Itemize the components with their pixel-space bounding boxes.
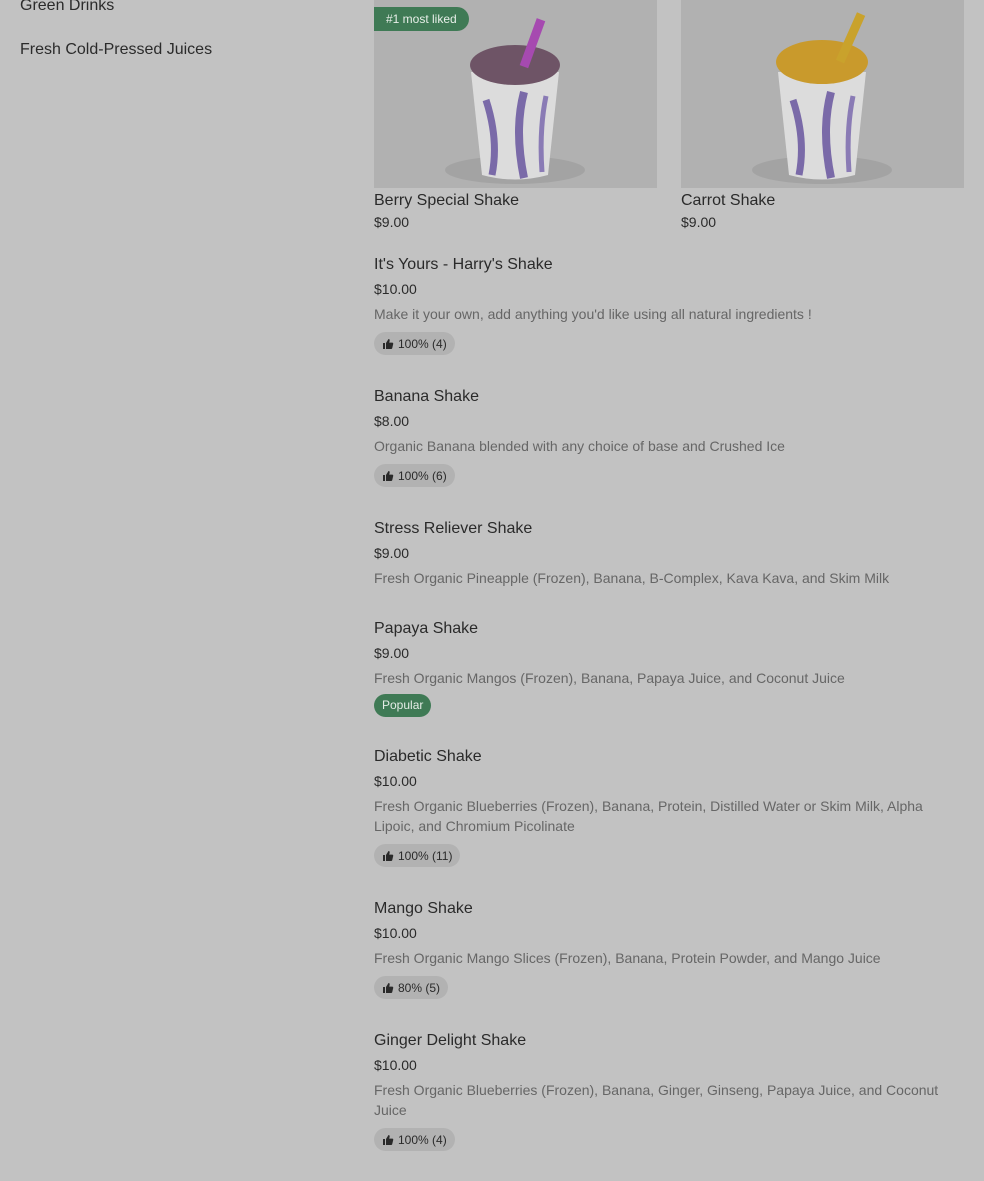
shake-cup-image xyxy=(681,0,964,188)
thumbs-up-icon xyxy=(383,1134,394,1145)
rating-text: 80% (5) xyxy=(398,980,441,995)
rating-text: 100% (4) xyxy=(398,336,447,351)
item-photo: #1 most liked xyxy=(374,0,657,188)
most-liked-badge: #1 most liked xyxy=(374,7,469,31)
item-photo xyxy=(681,0,964,188)
item-name: It's Yours - Harry's Shake xyxy=(374,256,553,273)
item-price: $10.00 xyxy=(374,1057,417,1073)
item-price: $8.00 xyxy=(374,413,410,429)
item-price: $10.00 xyxy=(374,925,417,941)
item-name: Banana Shake xyxy=(374,388,479,405)
item-name: Berry Special Shake xyxy=(374,192,519,209)
thumbs-up-icon xyxy=(383,470,394,481)
rating-pill: 100% (11) xyxy=(374,844,461,867)
item-price: $9.00 xyxy=(374,214,410,230)
item-description: Organic Banana blended with any choice o… xyxy=(374,438,785,454)
item-name: Stress Reliever Shake xyxy=(374,520,533,537)
menu-item-mango-shake[interactable]: Mango Shake $10.00 Fresh Organic Mango S… xyxy=(374,899,964,999)
rating-pill: 100% (4) xyxy=(374,332,455,355)
sidebar-item-fresh-cold-pressed-juices[interactable]: Fresh Cold-Pressed Juices xyxy=(20,41,212,59)
item-name: Diabetic Shake xyxy=(374,748,482,765)
item-price: $9.00 xyxy=(374,545,410,561)
rating-text: 100% (6) xyxy=(398,468,447,483)
thumbs-up-icon xyxy=(383,982,394,993)
item-description: Fresh Organic Mangos (Frozen), Banana, P… xyxy=(374,670,845,686)
thumbs-up-icon xyxy=(383,338,394,349)
item-price: $9.00 xyxy=(681,214,717,230)
thumbs-up-icon xyxy=(383,850,394,861)
featured-card-carrot-shake[interactable]: Carrot Shake $9.00 xyxy=(681,0,964,230)
featured-card-berry-special-shake[interactable]: #1 most liked Berry Special Shake $9.00 xyxy=(374,0,657,230)
item-name: Ginger Delight Shake xyxy=(374,1032,527,1049)
menu-item-banana-shake[interactable]: Banana Shake $8.00 Organic Banana blende… xyxy=(374,387,964,487)
item-price: $10.00 xyxy=(374,773,417,789)
item-price: $10.00 xyxy=(374,281,417,297)
menu-item-papaya-shake[interactable]: Papaya Shake $9.00 Fresh Organic Mangos … xyxy=(374,619,964,717)
menu-item-diabetic-shake[interactable]: Diabetic Shake $10.00 Fresh Organic Blue… xyxy=(374,747,964,867)
item-name: Carrot Shake xyxy=(681,192,776,209)
item-description: Fresh Organic Mango Slices (Frozen), Ban… xyxy=(374,950,881,966)
item-description: Make it your own, add anything you'd lik… xyxy=(374,306,812,322)
drink-top xyxy=(470,45,560,85)
item-name: Mango Shake xyxy=(374,900,473,917)
rating-pill: 100% (4) xyxy=(374,1128,455,1151)
drink-top xyxy=(776,40,868,84)
item-price: $9.00 xyxy=(374,645,410,661)
item-description: Fresh Organic Pineapple (Frozen), Banana… xyxy=(374,570,890,586)
menu-item-ginger-delight-shake[interactable]: Ginger Delight Shake $10.00 Fresh Organi… xyxy=(374,1031,964,1151)
rating-pill: 80% (5) xyxy=(374,976,449,999)
sidebar-item-green-drinks[interactable]: Green Drinks xyxy=(20,0,114,15)
rating-pill: 100% (6) xyxy=(374,464,455,487)
rating-text: 100% (11) xyxy=(398,848,453,863)
item-description: Fresh Organic Blueberries (Frozen), Bana… xyxy=(374,798,923,834)
menu-item-stress-reliever-shake[interactable]: Stress Reliever Shake $9.00 Fresh Organi… xyxy=(374,519,964,588)
item-name: Papaya Shake xyxy=(374,620,479,637)
item-description: Fresh Organic Blueberries (Frozen), Bana… xyxy=(374,1082,939,1118)
popular-badge: Popular xyxy=(374,694,432,717)
menu-item-harrys-shake[interactable]: It's Yours - Harry's Shake $10.00 Make i… xyxy=(374,255,964,355)
rating-text: 100% (4) xyxy=(398,1132,447,1147)
